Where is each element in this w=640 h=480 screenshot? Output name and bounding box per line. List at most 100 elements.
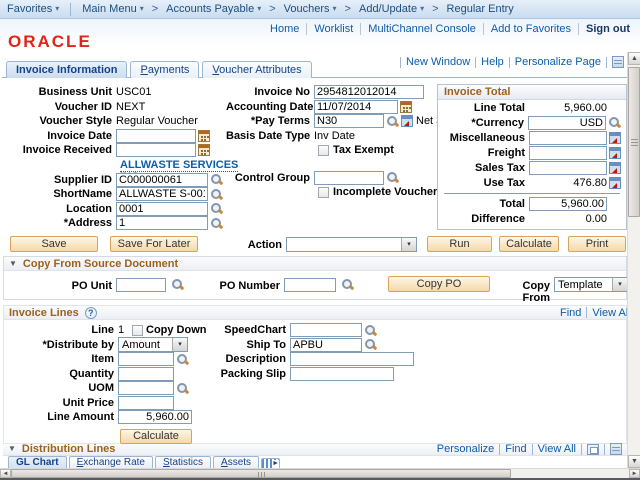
pay-terms-detail-icon[interactable] [401, 115, 413, 127]
personalize-layout-icon[interactable] [612, 56, 624, 68]
quantity-input[interactable] [118, 367, 174, 381]
sales-tax-detail-icon[interactable] [609, 162, 621, 174]
tab-invoice-information[interactable]: Invoice Information [6, 61, 127, 78]
po-number-input[interactable] [284, 278, 336, 292]
calendar-icon[interactable] [198, 130, 210, 142]
freight-input[interactable] [529, 146, 607, 160]
sales-tax-input[interactable] [529, 161, 607, 175]
address-input[interactable] [116, 216, 208, 230]
copy-from-select[interactable]: Template ▾ [554, 277, 628, 292]
line-amount-input[interactable] [118, 410, 192, 424]
lookup-icon[interactable] [176, 353, 189, 366]
invoice-no-input[interactable] [314, 85, 424, 99]
description-input[interactable] [290, 352, 414, 366]
total-input[interactable] [529, 197, 607, 211]
breadcrumb-vouchers[interactable]: Vouchers ▾ [277, 0, 344, 18]
lookup-icon[interactable] [386, 115, 399, 128]
print-button[interactable]: Print [568, 236, 626, 252]
lookup-icon[interactable] [176, 382, 189, 395]
lookup-icon[interactable] [210, 173, 223, 186]
favorites-menu[interactable]: Favorites ▾ [0, 0, 66, 18]
lookup-icon[interactable] [171, 278, 184, 291]
scroll-left-arrow[interactable]: ◄ [0, 469, 11, 478]
add-to-favorites-link[interactable]: Add to Favorites [491, 23, 571, 35]
control-group-input[interactable] [314, 171, 384, 185]
view-all-link[interactable]: View All [592, 307, 630, 319]
personalize-link[interactable]: Personalize [437, 443, 494, 455]
copy-po-button[interactable]: Copy PO [388, 276, 490, 292]
worklist-link[interactable]: Worklist [314, 23, 353, 35]
freight-detail-icon[interactable] [609, 147, 621, 159]
action-select[interactable]: ▾ [286, 237, 417, 252]
main-menu[interactable]: Main Menu ▾ [75, 0, 150, 18]
lookup-icon[interactable] [210, 188, 223, 201]
home-link[interactable]: Home [270, 23, 299, 35]
miscellaneous-input[interactable] [529, 131, 607, 145]
calendar-icon[interactable] [198, 144, 210, 156]
item-input[interactable] [118, 352, 174, 366]
currency-input[interactable] [528, 116, 606, 130]
lookup-icon[interactable] [386, 171, 399, 184]
copy-down-checkbox[interactable] [132, 325, 143, 336]
help-icon[interactable]: ? [85, 307, 97, 319]
collapse-icon[interactable]: ▼ [9, 260, 17, 268]
scroll-down-arrow[interactable]: ▼ [628, 455, 640, 468]
distribute-by-select[interactable]: Amount ▾ [118, 337, 188, 352]
collapse-icon[interactable]: ▼ [8, 445, 16, 453]
ship-to-input[interactable] [290, 338, 362, 352]
packing-slip-input[interactable] [290, 367, 394, 381]
invoice-line-left-fields: Line 1 Copy Down *Distribute by Amount ▾… [6, 323, 216, 444]
save-for-later-button[interactable]: Save For Later [110, 236, 198, 252]
tab-label: Statistics [163, 458, 203, 468]
invoice-date-input[interactable] [116, 129, 196, 143]
use-tax-value: 476.80 [529, 177, 607, 189]
vertical-scrollbar-thumb[interactable] [628, 67, 640, 217]
tax-exempt-checkbox[interactable] [318, 145, 329, 156]
speedchart-input[interactable] [290, 323, 362, 337]
horizontal-scrollbar-thumb[interactable] [11, 469, 511, 478]
scroll-up-arrow[interactable]: ▲ [628, 52, 640, 65]
distribute-by-label: *Distribute by [6, 339, 118, 351]
run-button[interactable]: Run [427, 236, 492, 252]
personalize-page-link[interactable]: Personalize Page [515, 56, 601, 68]
lookup-icon[interactable] [341, 278, 354, 291]
line-calculate-button[interactable]: Calculate [120, 429, 192, 444]
crumb-label: Regular Entry [447, 3, 514, 15]
location-input[interactable] [116, 202, 208, 216]
lookup-icon[interactable] [210, 217, 223, 230]
lookup-icon[interactable] [608, 116, 621, 129]
multichannel-console-link[interactable]: MultiChannel Console [368, 23, 476, 35]
tab-payments[interactable]: Payments [130, 61, 199, 78]
save-button[interactable]: Save [10, 236, 98, 252]
view-all-link[interactable]: View All [538, 443, 576, 455]
supplier-id-input[interactable] [116, 173, 208, 187]
pay-terms-input[interactable] [314, 114, 384, 128]
tab-voucher-attributes[interactable]: Voucher Attributes [202, 61, 311, 78]
divider [483, 23, 484, 35]
miscellaneous-detail-icon[interactable] [609, 132, 621, 144]
uom-input[interactable] [118, 381, 174, 395]
find-link[interactable]: Find [505, 443, 526, 455]
calculate-button[interactable]: Calculate [499, 236, 559, 252]
shortname-input[interactable] [116, 187, 208, 201]
zoom-grid-icon[interactable] [587, 444, 599, 455]
breadcrumb-add-update[interactable]: Add/Update ▾ [352, 0, 431, 18]
use-tax-detail-icon[interactable] [609, 177, 621, 189]
invoice-no-label: Invoice No [226, 86, 314, 98]
lookup-icon[interactable] [364, 338, 377, 351]
lookup-icon[interactable] [210, 202, 223, 215]
download-grid-icon[interactable] [610, 443, 622, 455]
help-link[interactable]: Help [481, 56, 504, 68]
po-unit-input[interactable] [116, 278, 166, 292]
new-window-link[interactable]: New Window [406, 56, 470, 68]
calendar-icon[interactable] [400, 101, 412, 113]
breadcrumb-accounts-payable[interactable]: Accounts Payable ▾ [159, 0, 268, 18]
accounting-date-input[interactable] [314, 100, 398, 114]
invoice-received-input[interactable] [116, 143, 196, 157]
incomplete-voucher-checkbox[interactable] [318, 187, 329, 198]
sign-out-link[interactable]: Sign out [586, 23, 630, 35]
scroll-right-arrow[interactable]: ► [629, 469, 640, 478]
unit-price-input[interactable] [118, 396, 174, 410]
find-link[interactable]: Find [560, 307, 581, 319]
lookup-icon[interactable] [364, 324, 377, 337]
